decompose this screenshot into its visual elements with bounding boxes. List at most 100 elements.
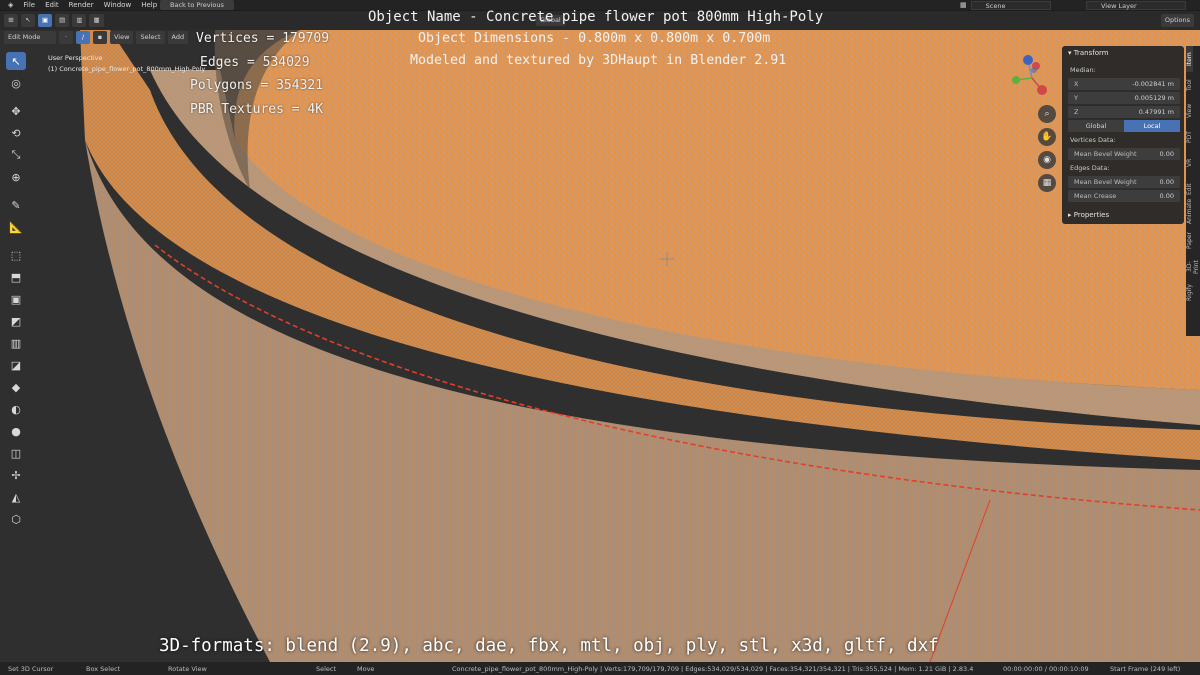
transform-section-header[interactable]: ▾ Transform bbox=[1062, 46, 1184, 60]
sidebar-tabs: Item Tool View PDT VR Edit Animate Paper… bbox=[1186, 46, 1200, 336]
view-menu[interactable]: View bbox=[110, 30, 134, 44]
global-toggle[interactable]: Global bbox=[1068, 120, 1124, 132]
gizmo-y-axis-icon bbox=[1012, 76, 1020, 84]
status-start-frame: Start Frame (249 left) bbox=[1110, 665, 1181, 673]
tab-pdt[interactable]: PDT bbox=[1186, 124, 1193, 150]
select-tool-icon[interactable]: ↖ bbox=[21, 14, 35, 27]
scale-tool-icon[interactable]: ⤡ bbox=[6, 146, 26, 164]
mode-selector[interactable]: Edit Mode bbox=[4, 30, 56, 44]
editor-type-icon[interactable]: ⊞ bbox=[4, 14, 18, 27]
status-bar: Set 3D Cursor Box Select Rotate View Sel… bbox=[0, 662, 1200, 675]
edge-bevel-weight-value: 0.00 bbox=[1159, 178, 1174, 186]
median-z-field[interactable]: Z 0.47991 m bbox=[1068, 106, 1180, 118]
poly-build-tool-icon[interactable]: ◆ bbox=[6, 378, 26, 396]
edge-slide-tool-icon[interactable]: ◫ bbox=[6, 444, 26, 462]
loop-cut-tool-icon[interactable]: ▥ bbox=[6, 334, 26, 352]
edge-crease-value: 0.00 bbox=[1159, 192, 1174, 200]
median-y-field[interactable]: Y 0.005129 m bbox=[1068, 92, 1180, 104]
back-to-previous-button[interactable]: Back to Previous bbox=[160, 0, 234, 10]
x-value: -0.002841 m bbox=[1132, 80, 1174, 88]
add-menu[interactable]: Add bbox=[167, 30, 189, 44]
cursor-tool-icon[interactable]: ◎ bbox=[6, 74, 26, 92]
pan-hand-icon[interactable]: ✋ bbox=[1038, 128, 1056, 146]
tab-tool[interactable]: Tool bbox=[1186, 72, 1193, 98]
status-move: Move bbox=[357, 665, 375, 673]
edge-bevel-weight-field[interactable]: Mean Bevel Weight 0.00 bbox=[1068, 176, 1180, 188]
smooth-tool-icon[interactable]: ● bbox=[6, 422, 26, 440]
select-mode-extend-icon[interactable]: ▤ bbox=[55, 14, 70, 27]
viewport-info: User Perspective (1) Concrete_pipe_flowe… bbox=[48, 52, 205, 74]
edge-crease-label: Mean Crease bbox=[1074, 192, 1117, 200]
spin-tool-icon[interactable]: ◐ bbox=[6, 400, 26, 418]
tab-view[interactable]: View bbox=[1186, 98, 1193, 124]
annotate-tool-icon[interactable]: ✎ bbox=[6, 196, 26, 214]
select-mode-invert-icon[interactable]: ▦ bbox=[89, 14, 104, 27]
edge-bevel-weight-label: Mean Bevel Weight bbox=[1074, 178, 1137, 186]
y-value: 0.005129 m bbox=[1134, 94, 1174, 102]
z-label: Z bbox=[1074, 108, 1079, 116]
mode-header: Edit Mode · / ▪ View Select Add bbox=[0, 30, 200, 44]
measure-tool-icon[interactable]: 📐 bbox=[6, 218, 26, 236]
local-toggle[interactable]: Local bbox=[1124, 120, 1180, 132]
bevel-tool-icon[interactable]: ◩ bbox=[6, 312, 26, 330]
menu-file[interactable]: File bbox=[23, 1, 35, 9]
knife-tool-icon[interactable]: ◪ bbox=[6, 356, 26, 374]
zoom-icon[interactable]: ⌕ bbox=[1038, 105, 1056, 123]
extrude-tool-icon[interactable]: ⬒ bbox=[6, 268, 26, 286]
select-mode-new-icon[interactable]: ▣ bbox=[38, 14, 53, 27]
inset-tool-icon[interactable]: ▣ bbox=[6, 290, 26, 308]
edge-crease-field[interactable]: Mean Crease 0.00 bbox=[1068, 190, 1180, 202]
camera-icon[interactable]: ◉ bbox=[1038, 151, 1056, 169]
face-select-icon[interactable]: ▪ bbox=[93, 30, 107, 44]
add-cube-tool-icon[interactable]: ⬚ bbox=[6, 246, 26, 264]
status-cursor: Set 3D Cursor bbox=[8, 665, 54, 673]
header-buttons: ⊞ ↖ ▣ ▤ ▥ ▦ bbox=[4, 14, 104, 27]
move-tool-icon[interactable]: ✥ bbox=[6, 102, 26, 120]
select-mode-subtract-icon[interactable]: ▥ bbox=[72, 14, 87, 27]
navigation-buttons: ⌕ ✋ ◉ ▦ bbox=[1038, 105, 1056, 192]
menu-help[interactable]: Help bbox=[141, 1, 157, 9]
3d-viewport[interactable]: ↖ ◎ ✥ ⟲ ⤡ ⊕ ✎ 📐 ⬚ ⬒ ▣ ◩ ▥ ◪ ◆ ◐ ● ◫ ✢ ◭ … bbox=[0, 30, 1200, 662]
gizmo-x-axis-icon bbox=[1037, 85, 1047, 95]
shrink-fatten-tool-icon[interactable]: ✢ bbox=[6, 466, 26, 484]
tab-animate[interactable]: Animate bbox=[1186, 199, 1193, 228]
perspective-label: User Perspective bbox=[48, 54, 103, 62]
overlay-credit: Modeled and textured by 3DHaupt in Blend… bbox=[410, 53, 787, 68]
menu-window[interactable]: Window bbox=[104, 1, 132, 9]
overlay-vertices: Vertices = 179709 bbox=[196, 31, 330, 46]
view-layer-field[interactable]: View Layer bbox=[1086, 0, 1186, 10]
grid-perspective-icon[interactable]: ▦ bbox=[1038, 174, 1056, 192]
vertex-bevel-weight-value: 0.00 bbox=[1159, 150, 1174, 158]
view-layer-selector[interactable]: View Layer bbox=[1086, 0, 1186, 10]
vertex-bevel-weight-field[interactable]: Mean Bevel Weight 0.00 bbox=[1068, 148, 1180, 160]
blender-logo-icon[interactable]: ◈ bbox=[8, 1, 13, 9]
menu-render[interactable]: Render bbox=[69, 1, 94, 9]
overlay-polygons: Polygons = 354321 bbox=[190, 78, 324, 93]
edge-select-icon[interactable]: / bbox=[76, 30, 90, 44]
rotate-tool-icon[interactable]: ⟲ bbox=[6, 124, 26, 142]
status-scene-info: Concrete_pipe_flower_pot_800mm_High-Poly… bbox=[452, 665, 974, 673]
vertex-select-icon[interactable]: · bbox=[59, 30, 73, 44]
tab-3d-print[interactable]: 3D-Print bbox=[1186, 254, 1200, 280]
overlay-dimensions: Object Dimensions - 0.800m x 0.800m x 0.… bbox=[418, 31, 771, 46]
properties-section-header[interactable]: ▸ Properties bbox=[1062, 208, 1184, 222]
tab-rigify[interactable]: Rigify bbox=[1186, 280, 1193, 306]
shear-tool-icon[interactable]: ◭ bbox=[6, 488, 26, 506]
select-box-tool-icon[interactable]: ↖ bbox=[6, 52, 26, 70]
space-toggle: Global Local bbox=[1068, 120, 1180, 132]
median-x-field[interactable]: X -0.002841 m bbox=[1068, 78, 1180, 90]
active-object-label: (1) Concrete_pipe_flower_pot_800mm_High-… bbox=[48, 65, 206, 73]
transform-tool-icon[interactable]: ⊕ bbox=[6, 168, 26, 186]
gizmo-z-axis-icon bbox=[1023, 55, 1033, 65]
tab-paper[interactable]: Paper bbox=[1186, 228, 1193, 254]
select-menu[interactable]: Select bbox=[136, 30, 165, 44]
navigation-gizmo[interactable] bbox=[1004, 52, 1060, 104]
rip-tool-icon[interactable]: ⬡ bbox=[6, 510, 26, 528]
menu-edit[interactable]: Edit bbox=[45, 1, 59, 9]
options-button[interactable]: Options bbox=[1160, 14, 1194, 27]
overlay-object-name: Object Name - Concrete pipe flower pot 8… bbox=[368, 9, 824, 25]
main-menu: ◈ File Edit Render Window Help bbox=[0, 1, 157, 9]
status-box-select: Box Select bbox=[86, 665, 121, 673]
tab-vr[interactable]: VR bbox=[1186, 150, 1193, 176]
tab-item[interactable]: Item bbox=[1186, 46, 1193, 72]
